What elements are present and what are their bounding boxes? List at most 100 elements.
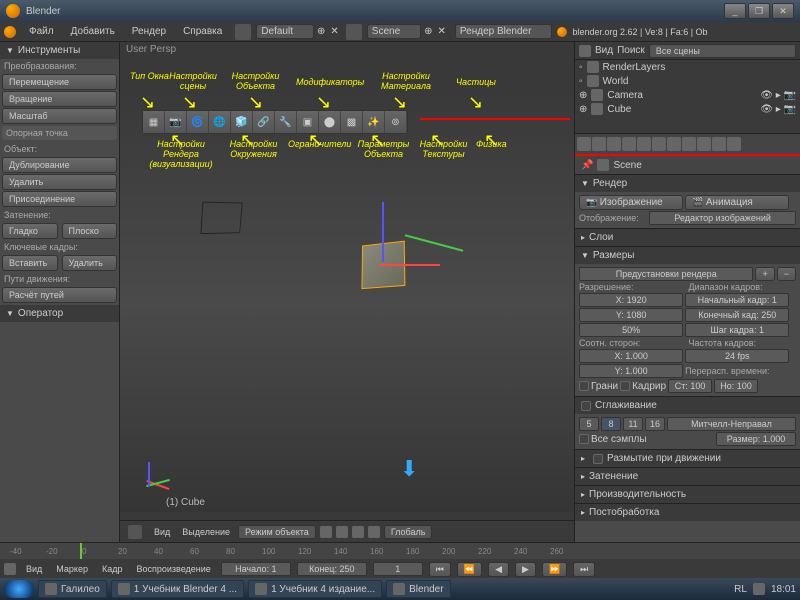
- outliner-item[interactable]: ◦RenderLayers: [575, 60, 800, 74]
- modifiers-tab-icon[interactable]: 🔧: [275, 111, 297, 133]
- close-button[interactable]: ✕: [772, 3, 794, 19]
- menu-render[interactable]: Рендер: [124, 24, 174, 39]
- flat-button[interactable]: Плоско: [62, 223, 118, 239]
- smooth-button[interactable]: Гладко: [2, 223, 58, 239]
- res-x-field[interactable]: X: 1920: [579, 293, 683, 307]
- taskbar-item[interactable]: 1 Учебник 4 издание...: [248, 580, 382, 598]
- render-tab-icon[interactable]: [577, 137, 591, 151]
- camera-object[interactable]: [200, 202, 242, 235]
- dimensions-panel-header[interactable]: ▼Размеры: [575, 246, 800, 264]
- aa-filter[interactable]: Митчелл-Неправал: [667, 417, 796, 431]
- layers-icon[interactable]: [368, 526, 380, 538]
- join-button[interactable]: Присоединение: [2, 191, 117, 207]
- display-selector[interactable]: Редактор изображений: [649, 211, 796, 225]
- frame-start-field[interactable]: Начальный кадр: 1: [685, 293, 789, 307]
- mblur-panel-header[interactable]: ▸Размытие при движении: [575, 449, 800, 467]
- scene-tab-icon[interactable]: [592, 137, 606, 151]
- editor-type-icon[interactable]: ▦: [143, 111, 165, 133]
- filter-size-field[interactable]: Размер: 1.000: [716, 432, 796, 446]
- origin-label[interactable]: Опорная точка: [2, 126, 117, 140]
- outliner-item[interactable]: ◦World: [575, 74, 800, 88]
- close-icon[interactable]: ✕: [438, 26, 446, 37]
- taskbar-item[interactable]: Blender: [386, 580, 450, 598]
- start-button[interactable]: [4, 580, 34, 598]
- time-new-field[interactable]: Но: 100: [714, 379, 758, 393]
- tl-end-field[interactable]: Конец: 250: [297, 562, 367, 576]
- shading-panel-header[interactable]: ▸Затенение: [575, 467, 800, 485]
- plus-icon[interactable]: ⊕: [424, 26, 432, 37]
- mode-selector[interactable]: Режим объекта: [238, 525, 316, 539]
- border-checkbox[interactable]: [579, 381, 589, 391]
- scene-tab-icon[interactable]: 🌀: [187, 111, 209, 133]
- res-y-field[interactable]: Y: 1080: [579, 308, 683, 322]
- aa-checkbox[interactable]: [581, 401, 591, 411]
- operator-header[interactable]: ▼Оператор: [0, 305, 119, 322]
- outliner-filter[interactable]: Все сцены: [649, 44, 796, 58]
- modifiers-tab-icon[interactable]: [652, 137, 666, 151]
- layers-panel-header[interactable]: ▸Слои: [575, 228, 800, 246]
- outliner-item[interactable]: ⊕Camera👁 ▸ 📷: [575, 88, 800, 102]
- add-preset-button[interactable]: +: [755, 267, 774, 281]
- engine-selector[interactable]: Рендер Blender: [455, 24, 553, 39]
- frame-step-field[interactable]: Шаг кадра: 1: [685, 323, 789, 337]
- minimize-button[interactable]: _: [724, 3, 746, 19]
- constraints-tab-icon[interactable]: 🔗: [253, 111, 275, 133]
- frame-end-field[interactable]: Конечный кад: 250: [685, 308, 789, 322]
- remove-preset-button[interactable]: −: [777, 267, 796, 281]
- close-icon[interactable]: ✕: [330, 26, 338, 37]
- scene-selector[interactable]: Scene: [367, 24, 421, 39]
- view-menu[interactable]: Вид: [150, 526, 174, 538]
- aa-11[interactable]: 11: [623, 417, 643, 431]
- jump-end-button[interactable]: ⏭: [573, 562, 595, 577]
- tl-playback[interactable]: Воспроизведение: [132, 563, 214, 575]
- cursor-icon[interactable]: [320, 526, 332, 538]
- aa-8[interactable]: 8: [601, 417, 621, 431]
- full-sample-checkbox[interactable]: [579, 434, 589, 444]
- render-anim-button[interactable]: 🎬 Анимация: [685, 195, 789, 210]
- render-image-button[interactable]: 📷 Изображение: [579, 195, 683, 210]
- duplicate-button[interactable]: Дублирование: [2, 157, 117, 173]
- render-preset[interactable]: Предустановки рендера: [579, 267, 753, 281]
- gizmo-x-axis[interactable]: [380, 264, 440, 266]
- tray-clock[interactable]: 18:01: [771, 584, 796, 595]
- tl-view[interactable]: Вид: [22, 563, 46, 575]
- pin-icon[interactable]: 📌: [581, 160, 593, 171]
- aa-16[interactable]: 16: [645, 417, 665, 431]
- layout-icon[interactable]: [235, 24, 251, 40]
- material-tab-icon[interactable]: [682, 137, 696, 151]
- aspect-x-field[interactable]: X: 1.000: [579, 349, 683, 363]
- physics-tab-icon[interactable]: [727, 137, 741, 151]
- tl-marker[interactable]: Маркер: [52, 563, 92, 575]
- outliner-search[interactable]: Поиск: [617, 45, 645, 56]
- maximize-button[interactable]: ❐: [748, 3, 770, 19]
- tool-shelf-header[interactable]: ▼Инструменты: [0, 42, 119, 59]
- tl-start-field[interactable]: Начало: 1: [221, 562, 291, 576]
- timeline-ruler[interactable]: -40 -20 0 20 40 60 80 100 120 140 160 18…: [0, 543, 800, 559]
- constraints-tab-icon[interactable]: [637, 137, 651, 151]
- delete-key-button[interactable]: Удалить: [62, 255, 118, 271]
- render-panel-header[interactable]: ▼Рендер: [575, 174, 800, 192]
- mblur-checkbox[interactable]: [593, 454, 603, 464]
- calc-paths-button[interactable]: Расчёт путей: [2, 287, 117, 303]
- insert-key-button[interactable]: Вставить: [2, 255, 58, 271]
- menu-file[interactable]: Файл: [21, 24, 62, 39]
- tray-lang[interactable]: RL: [734, 584, 747, 595]
- objectdata-tab-icon[interactable]: [667, 137, 681, 151]
- aspect-y-field[interactable]: Y: 1.000: [579, 364, 683, 378]
- particles-tab-icon[interactable]: [712, 137, 726, 151]
- next-key-button[interactable]: ⏩: [542, 562, 567, 577]
- aa-panel-header[interactable]: Сглаживание: [575, 396, 800, 414]
- rotate-button[interactable]: Вращение: [2, 91, 117, 107]
- 3d-viewport[interactable]: User Persp (1) Cube ⬇ ▦ 📷 🌀 🌐 🧊 🔗 🔧 ▣ ⬤ …: [120, 42, 574, 542]
- play-rev-button[interactable]: ◀: [488, 562, 509, 577]
- outliner-view[interactable]: Вид: [595, 45, 613, 56]
- fps-field[interactable]: 24 fps: [685, 349, 789, 363]
- editor-type-icon[interactable]: [4, 563, 16, 575]
- prev-key-button[interactable]: ⏪: [457, 562, 482, 577]
- taskbar-item[interactable]: Галилео: [38, 580, 107, 598]
- layout-selector[interactable]: Default: [256, 24, 314, 39]
- tray-icon[interactable]: [753, 583, 765, 595]
- res-pct-field[interactable]: 50%: [579, 323, 683, 337]
- crop-checkbox[interactable]: [620, 381, 630, 391]
- perf-panel-header[interactable]: ▸Производительность: [575, 485, 800, 503]
